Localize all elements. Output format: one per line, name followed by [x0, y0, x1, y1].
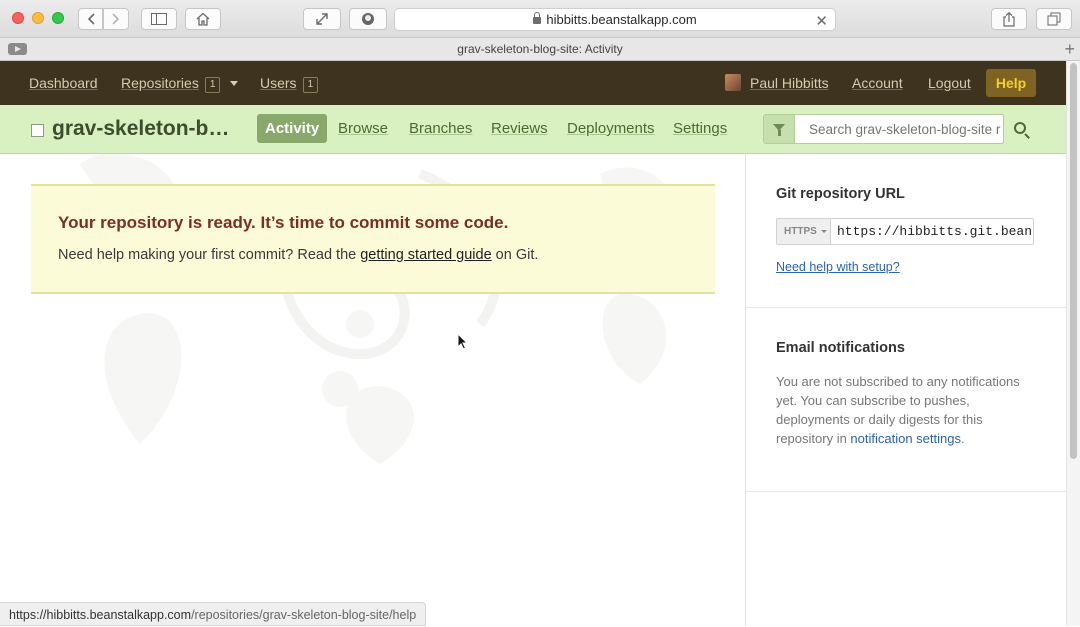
home-icon	[196, 12, 210, 26]
sidebar-separator	[746, 307, 1066, 308]
email-text-end: .	[961, 431, 965, 446]
nav-repositories-label: Repositories	[121, 75, 199, 91]
top-navigation: Dashboard Repositories 1 Users 1 Paul Hibb…	[0, 61, 1066, 105]
forward-button[interactable]	[103, 8, 129, 30]
tab-reviews[interactable]: Reviews	[491, 114, 548, 143]
notification-settings-link[interactable]: notification settings	[850, 431, 961, 446]
nav-repositories[interactable]: Repositories 1	[121, 61, 221, 105]
repository-name[interactable]: grav-skeleton-b…	[52, 117, 229, 141]
email-notifications-text: You are not subscribed to any notificati…	[776, 372, 1036, 448]
tab-bar: grav-skeleton-blog-site: Activity +	[0, 38, 1080, 61]
nav-dashboard[interactable]: Dashboard	[29, 61, 98, 105]
expand-icon	[316, 13, 328, 25]
repository-search-input[interactable]	[794, 114, 1004, 144]
sidebar-separator	[746, 491, 1066, 492]
browser-toolbar: hibbitts.beanstalkapp.com ✕	[0, 0, 1080, 38]
repository-ready-notice: Your repository is ready. It’s time to c…	[31, 184, 715, 294]
status-path: /repositories/grav-skeleton-blog-site/he…	[191, 608, 417, 622]
lock-icon	[533, 12, 542, 24]
tab-browse[interactable]: Browse	[338, 114, 388, 143]
sidebar: Git repository URL HTTPS https://hibbitt…	[746, 154, 1066, 626]
nav-users-label: Users	[260, 75, 297, 91]
scrollbar[interactable]	[1066, 61, 1080, 626]
tab-title[interactable]: grav-skeleton-blog-site: Activity	[457, 42, 622, 56]
zoom-window-button[interactable]	[52, 12, 64, 24]
tab-branches[interactable]: Branches	[409, 114, 472, 143]
share-icon	[1003, 11, 1015, 27]
protocol-dropdown[interactable]: HTTPS	[777, 219, 831, 244]
status-bar-url: https://hibbitts.beanstalkapp.com/reposi…	[0, 602, 427, 626]
git-url-field: HTTPS https://hibbitts.git.beanst	[776, 218, 1034, 245]
chevron-right-icon	[112, 13, 120, 25]
back-button[interactable]	[78, 8, 103, 30]
repositories-count-badge: 1	[204, 77, 221, 93]
getting-started-guide-link[interactable]: getting started guide	[360, 247, 491, 263]
ghost-extension-icon	[362, 13, 374, 25]
notice-text-after: on Git.	[491, 247, 539, 263]
share-button[interactable]	[991, 8, 1027, 30]
git-url-input[interactable]: https://hibbitts.git.beanst	[837, 219, 1033, 244]
git-url-heading: Git repository URL	[776, 186, 905, 202]
minimize-window-button[interactable]	[32, 12, 44, 24]
home-button[interactable]	[185, 8, 221, 30]
tab-settings[interactable]: Settings	[673, 114, 727, 143]
extension-button[interactable]	[349, 8, 387, 30]
nav-account[interactable]: Account	[852, 61, 903, 105]
stop-loading-icon[interactable]: ✕	[815, 12, 828, 30]
fullscreen-button[interactable]	[303, 8, 341, 30]
help-button[interactable]: Help	[986, 69, 1036, 97]
tab-activity[interactable]: Activity	[257, 114, 328, 143]
tabs-overview-button[interactable]	[1036, 8, 1072, 30]
avatar[interactable]	[725, 74, 741, 91]
nav-users[interactable]: Users 1	[260, 61, 319, 105]
address-text: hibbitts.beanstalkapp.com	[546, 12, 697, 27]
filter-icon[interactable]	[763, 114, 794, 144]
chevron-down-icon[interactable]	[230, 81, 238, 86]
scrollbar-thumb[interactable]	[1070, 63, 1077, 459]
new-tab-icon[interactable]: +	[1064, 39, 1075, 60]
notice-text-before: Need help making your first commit? Read…	[58, 247, 361, 263]
repository-color-checkbox[interactable]	[31, 124, 44, 137]
nav-user-name[interactable]: Paul Hibbitts	[750, 61, 829, 105]
sidebar-button[interactable]	[141, 8, 177, 30]
email-notifications-heading: Email notifications	[776, 340, 905, 356]
sidebar-icon	[151, 13, 167, 25]
video-icon[interactable]	[8, 43, 27, 55]
users-count-badge: 1	[302, 77, 319, 93]
notice-text: Need help making your first commit? Read…	[58, 247, 538, 263]
address-bar[interactable]: hibbitts.beanstalkapp.com ✕	[394, 8, 836, 31]
mouse-cursor-icon	[457, 333, 469, 350]
tabs-icon	[1047, 12, 1061, 26]
status-host: https://hibbitts.beanstalkapp.com	[9, 608, 192, 622]
chevron-left-icon	[87, 13, 95, 25]
tab-deployments[interactable]: Deployments	[567, 114, 655, 143]
notice-title: Your repository is ready. It’s time to c…	[58, 213, 509, 232]
setup-help-link[interactable]: Need help with setup?	[776, 260, 900, 274]
close-window-button[interactable]	[12, 12, 24, 24]
search-icon[interactable]	[1014, 122, 1026, 134]
nav-logout[interactable]: Logout	[928, 61, 971, 105]
